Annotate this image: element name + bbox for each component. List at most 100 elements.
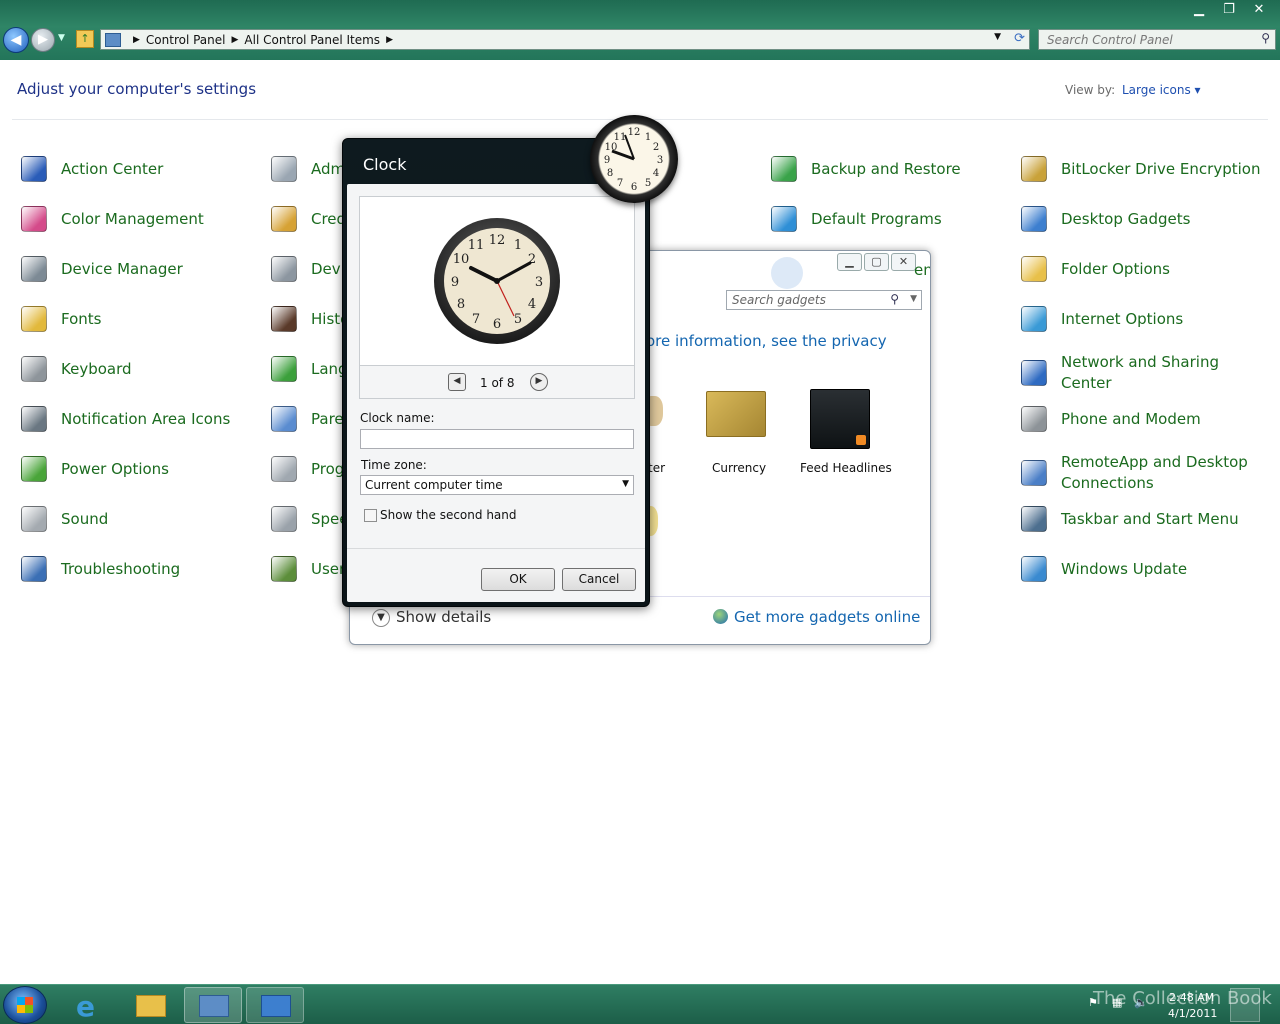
search-input[interactable]: Search Control Panel ⚲ (1038, 29, 1276, 50)
network-icon[interactable]: ▦ (1112, 996, 1122, 1009)
time-zone-select[interactable]: Current computer time ▼ (360, 475, 634, 495)
fonts-icon-shape (21, 306, 47, 332)
view-by-dropdown[interactable]: Large icons ▾ (1122, 83, 1201, 97)
breadcrumb-separator-icon[interactable]: ▶ (133, 35, 140, 45)
cp-item-remoteapp-and-desktop-connections[interactable]: RemoteApp and Desktop Connections (1017, 452, 1261, 494)
breadcrumb-separator-icon[interactable]: ▶ (386, 35, 393, 45)
microphone-icon-shape (271, 506, 297, 532)
cancel-button[interactable]: Cancel (562, 568, 636, 591)
cp-item-label: Backup and Restore (811, 159, 961, 178)
cp-item-default-programs[interactable]: Default Programs (767, 202, 1011, 236)
cp-item-windows-update[interactable]: Windows Update (1017, 552, 1261, 586)
cp-item-phone-and-modem[interactable]: Phone and Modem (1017, 402, 1261, 436)
gallery-close-button[interactable]: ✕ (891, 253, 916, 271)
cp-item-network-and-sharing-center[interactable]: Network and Sharing Center (1017, 352, 1261, 394)
minimize-button[interactable]: ▁ (1184, 0, 1214, 20)
forward-button[interactable]: ▶ (31, 28, 55, 52)
keyboard-icon-shape (21, 356, 47, 382)
forward-arrow-icon: ▶ (38, 32, 48, 47)
programs-icon (267, 452, 301, 486)
chevron-down-icon: ▼ (372, 608, 390, 627)
breadcrumb-separator-icon[interactable]: ▶ (232, 35, 239, 45)
breadcrumb-all-items[interactable]: All Control Panel Items (244, 33, 380, 47)
cp-item-taskbar-and-start-menu[interactable]: Taskbar and Start Menu (1017, 502, 1261, 536)
cp-item-device-manager[interactable]: Device Manager (17, 252, 261, 286)
clock-date[interactable]: 4/1/2011 (1168, 1007, 1217, 1020)
clock-name-field[interactable] (360, 429, 634, 449)
clock-hands-icon: 12 12 345 678 91011 (604, 127, 663, 193)
clock-gadget-icon[interactable]: 12 1 2 345 678 9 10 11 (590, 115, 678, 203)
show-desktop-button[interactable] (1230, 988, 1260, 1022)
gadgets-taskbar-button[interactable] (246, 987, 304, 1023)
device-manager-icon-shape (21, 256, 47, 282)
dialog-body: 12 1 2 345 678 9 10 11 ◀ 1 of 8 ▶ Clock name… (347, 184, 645, 602)
svg-text:3: 3 (535, 275, 543, 290)
cp-item-action-center[interactable]: Action Center (17, 152, 261, 186)
cp-item-bitlocker-drive-encryption[interactable]: BitLocker Drive Encryption (1017, 152, 1261, 186)
control-panel-taskbar-button[interactable] (184, 987, 242, 1023)
svg-text:9: 9 (451, 275, 459, 290)
svg-text:11: 11 (468, 238, 485, 253)
cp-item-label: Troubleshooting (61, 559, 181, 578)
privacy-link[interactable]: ore information, see the privacy (646, 332, 887, 350)
remote-icon-shape (1021, 460, 1047, 486)
gallery-maximize-button[interactable]: ▢ (864, 253, 889, 271)
cp-item-folder-options[interactable]: Folder Options (1017, 252, 1261, 286)
ok-button[interactable]: OK (481, 568, 555, 591)
gadget-label-feed-headlines[interactable]: Feed Headlines (800, 461, 892, 475)
search-icon[interactable]: ⚲ (890, 292, 899, 306)
device-manager-icon (17, 252, 51, 286)
second-hand-checkbox[interactable] (364, 509, 377, 522)
address-bar[interactable]: ▶ Control Panel ▶ All Control Panel Item… (100, 29, 1030, 50)
cp-item-desktop-gadgets[interactable]: Desktop Gadgets (1017, 202, 1261, 236)
get-more-gadgets-label: Get more gadgets online (734, 608, 921, 626)
back-button[interactable]: ◀ (3, 27, 29, 53)
clock-time[interactable]: 2:48 AM (1169, 991, 1214, 1004)
cp-item-fonts[interactable]: Fonts (17, 302, 261, 336)
address-dropdown-icon[interactable]: ▼ (994, 32, 1001, 42)
explorer-taskbar-button[interactable] (122, 987, 180, 1023)
volume-icon[interactable]: 🔈 (1134, 996, 1148, 1009)
action-center-flag-icon[interactable]: ⚑ (1088, 996, 1098, 1009)
maximize-button[interactable]: ❐ (1214, 0, 1244, 20)
start-button[interactable] (3, 986, 47, 1024)
cp-item-power-options[interactable]: Power Options (17, 452, 261, 486)
next-style-button[interactable]: ▶ (530, 373, 548, 391)
get-more-gadgets-link[interactable]: Get more gadgets online (713, 608, 920, 626)
feed-headlines-gadget-icon[interactable] (810, 389, 870, 449)
cp-item-label: Keyboard (61, 359, 132, 378)
refresh-icon[interactable]: ⟳ (1014, 31, 1025, 46)
gadget-search-input[interactable]: Search gadgets ⚲ ▼ (726, 290, 922, 310)
second-hand-label[interactable]: Show the second hand (380, 508, 517, 522)
internet-explorer-taskbar-button[interactable]: e (60, 987, 118, 1023)
up-folder-button[interactable]: ↑ (76, 30, 94, 48)
gallery-minimize-button[interactable]: ▁ (837, 253, 862, 271)
svg-text:6: 6 (631, 182, 637, 193)
cp-item-troubleshooting[interactable]: Troubleshooting (17, 552, 261, 586)
printer-icon-shape (271, 256, 297, 282)
currency-gadget-icon[interactable] (706, 391, 766, 437)
color-icon-shape (21, 206, 47, 232)
gadget-label-currency[interactable]: Currency (712, 461, 766, 475)
cp-item-backup-and-restore[interactable]: Backup and Restore (767, 152, 1011, 186)
cp-item-notification-area-icons[interactable]: Notification Area Icons (17, 402, 261, 436)
close-button[interactable]: ✕ (1244, 0, 1274, 20)
default-programs-icon (767, 202, 801, 236)
cp-item-internet-options[interactable]: Internet Options (1017, 302, 1261, 336)
cp-item-keyboard[interactable]: Keyboard (17, 352, 261, 386)
cp-item-color-management[interactable]: Color Management (17, 202, 261, 236)
svg-text:2: 2 (653, 142, 659, 153)
search-dropdown-icon[interactable]: ▼ (910, 294, 917, 304)
cp-item-label: Action Center (61, 159, 164, 178)
cp-item-sound[interactable]: Sound (17, 502, 261, 536)
previous-style-button[interactable]: ◀ (448, 373, 466, 391)
search-icon[interactable]: ⚲ (1261, 31, 1270, 45)
flag-icon (17, 152, 51, 186)
recent-pages-dropdown[interactable]: ▼ (58, 33, 65, 43)
default-programs-icon-shape (771, 206, 797, 232)
show-details-button[interactable]: ▼ Show details (372, 608, 491, 627)
gadgets-icon (261, 995, 291, 1017)
breadcrumb-control-panel[interactable]: Control Panel (146, 33, 226, 47)
internet-icon (1017, 302, 1051, 336)
globe-icon (713, 609, 728, 624)
